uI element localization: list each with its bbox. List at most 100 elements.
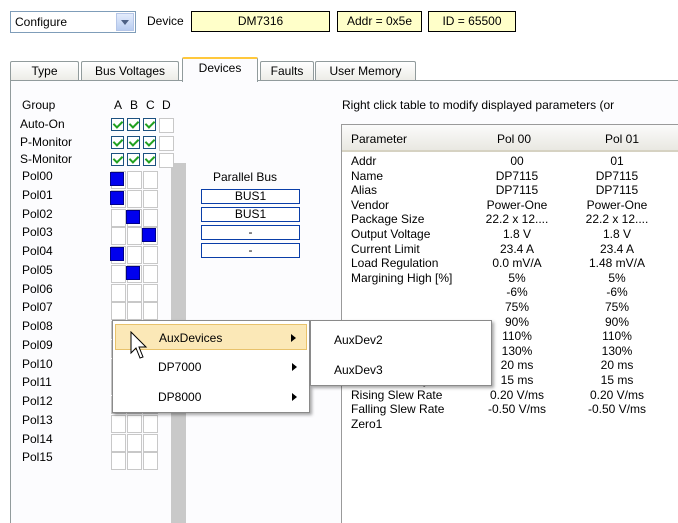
- grid-cell[interactable]: [143, 246, 158, 264]
- checkbox-b[interactable]: [127, 153, 140, 166]
- tab-bus-voltages[interactable]: Bus Voltages: [81, 61, 179, 81]
- checkbox-d[interactable]: [159, 153, 174, 168]
- cell-value: 23.4 A: [599, 241, 635, 256]
- assigned-marker[interactable]: [126, 209, 140, 224]
- grid-cell[interactable]: [127, 171, 142, 189]
- grid-cell[interactable]: [127, 302, 142, 321]
- submenu-auxdevices: AuxDev2 AuxDev3: [310, 320, 492, 386]
- checkbox-d[interactable]: [159, 136, 174, 151]
- column-header-a: A: [114, 98, 123, 112]
- id-box: ID = 65500: [428, 11, 516, 32]
- cell-parameter: Current Limit: [351, 241, 420, 256]
- grid-cell[interactable]: [111, 264, 126, 283]
- menu-item-dp8000[interactable]: DP8000: [115, 384, 307, 410]
- cell-parameter: Addr: [351, 154, 377, 168]
- assigned-marker[interactable]: [110, 172, 124, 186]
- table-row[interactable]: Current Limit 23.4 A 23.4 A: [342, 242, 678, 256]
- table-row[interactable]: Vendor Power-One Power-One: [342, 198, 678, 212]
- checkbox-a[interactable]: [111, 153, 124, 166]
- assigned-marker[interactable]: [110, 190, 124, 205]
- tab-type[interactable]: Type: [10, 61, 79, 81]
- header-parameter[interactable]: Parameter: [351, 132, 407, 146]
- column-header-b: B: [130, 98, 139, 112]
- pol-label: Pol15: [22, 450, 53, 465]
- submenu-arrow-icon: [292, 363, 297, 371]
- cell-value: 5%: [508, 270, 526, 285]
- grid-cell[interactable]: [111, 452, 126, 471]
- grid-cell[interactable]: [143, 171, 158, 189]
- grid-cell[interactable]: [111, 433, 126, 452]
- grid-cell[interactable]: [111, 302, 126, 321]
- grid-cell[interactable]: [143, 414, 158, 433]
- grid-cell[interactable]: [127, 246, 142, 264]
- pol-label: Pol12: [22, 394, 53, 408]
- cell-value: 20 ms: [600, 358, 634, 373]
- grid-cell[interactable]: [127, 433, 142, 452]
- table-row[interactable]: Package Size 22.2 x 12.... 22.2 x 12....: [342, 212, 678, 226]
- checkbox-a[interactable]: [111, 118, 124, 131]
- checkbox-b[interactable]: [127, 136, 140, 149]
- table-row[interactable]: Alias DP7115 DP7115: [342, 183, 678, 197]
- checkbox-b[interactable]: [127, 118, 140, 131]
- table-row[interactable]: 75% 75%: [342, 300, 678, 314]
- grid-cell[interactable]: [143, 208, 158, 227]
- grid-cell[interactable]: [127, 283, 142, 302]
- assigned-marker[interactable]: [126, 265, 140, 280]
- grid-cell[interactable]: [127, 227, 142, 246]
- grid-cell[interactable]: [127, 414, 142, 433]
- checkbox-c[interactable]: [143, 153, 156, 166]
- grid-cell[interactable]: [143, 452, 158, 471]
- tab-user-memory[interactable]: User Memory: [315, 61, 416, 81]
- grid-cell[interactable]: [111, 283, 126, 302]
- cell-value: DP7115: [595, 168, 639, 183]
- pol-label: Pol10: [22, 356, 53, 371]
- table-row[interactable]: Addr 00 01: [342, 154, 678, 168]
- grid-cell[interactable]: [127, 189, 142, 208]
- parallel-bus-entry[interactable]: BUS1: [201, 207, 300, 222]
- grid-cell[interactable]: [143, 264, 158, 283]
- table-row[interactable]: Falling Slew Rate -0.50 V/ms -0.50 V/ms: [342, 402, 678, 416]
- cell-parameter: Alias: [351, 183, 378, 198]
- tab-devices[interactable]: Devices: [182, 57, 258, 82]
- submenu-item-auxdev2[interactable]: AuxDev2: [313, 327, 489, 353]
- parallel-bus-entry[interactable]: -: [201, 225, 300, 240]
- chevron-down-icon[interactable]: [116, 13, 134, 31]
- checkbox-d[interactable]: [159, 118, 174, 133]
- table-row[interactable]: Zero1: [342, 417, 678, 431]
- header-pol01[interactable]: Pol 01: [605, 132, 639, 146]
- grid-cell[interactable]: [143, 283, 158, 302]
- grid-cell[interactable]: [111, 208, 126, 227]
- table-row[interactable]: Name DP7115 DP7115: [342, 169, 678, 183]
- assigned-marker[interactable]: [142, 228, 156, 243]
- checkbox-c[interactable]: [143, 118, 156, 131]
- cell-value: 5%: [608, 270, 626, 285]
- mode-value: Configure: [15, 15, 68, 29]
- cell-value: 110%: [602, 329, 632, 344]
- table-row[interactable]: Output Voltage 1.8 V 1.8 V: [342, 227, 678, 241]
- header-pol00[interactable]: Pol 00: [497, 132, 531, 146]
- submenu-item-auxdev3[interactable]: AuxDev3: [313, 357, 489, 383]
- grid-cell[interactable]: [143, 302, 158, 321]
- checkbox-a[interactable]: [111, 136, 124, 149]
- grid-cell[interactable]: [127, 452, 142, 471]
- table-row[interactable]: Margining High [%] 5% 5%: [342, 271, 678, 285]
- table-row[interactable]: Rising Slew Rate 0.20 V/ms 0.20 V/ms: [342, 388, 678, 402]
- pol-label: Pol07: [22, 300, 53, 315]
- grid-cell[interactable]: [111, 414, 126, 433]
- table-row[interactable]: -6% -6%: [342, 285, 678, 299]
- table-row[interactable]: Load Regulation 0.0 mV/A 1.48 mV/A: [342, 256, 678, 270]
- cell-value: 1.8 V: [602, 227, 632, 241]
- pol-label: Pol00: [22, 169, 53, 183]
- grid-cell[interactable]: [143, 189, 158, 208]
- assigned-marker[interactable]: [110, 247, 124, 261]
- tab-faults[interactable]: Faults: [260, 61, 314, 81]
- parallel-bus-entry[interactable]: BUS1: [201, 189, 300, 204]
- row-label-s-monitor: S-Monitor: [20, 152, 73, 166]
- mode-combobox[interactable]: Configure: [10, 11, 136, 33]
- parallel-bus-entry[interactable]: -: [201, 243, 300, 258]
- pol-label: Pol05: [22, 262, 53, 277]
- pol-label: Pol11: [22, 375, 52, 390]
- grid-cell[interactable]: [111, 227, 126, 246]
- grid-cell[interactable]: [143, 433, 158, 452]
- checkbox-c[interactable]: [143, 136, 156, 149]
